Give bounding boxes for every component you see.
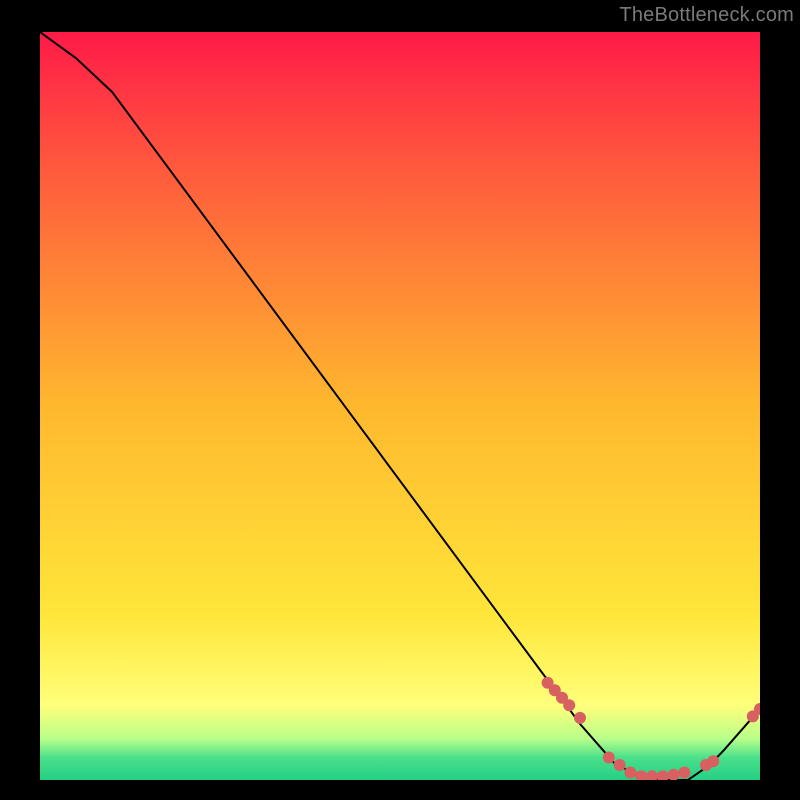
gradient-background bbox=[40, 32, 760, 780]
data-point bbox=[707, 755, 719, 767]
watermark-text: TheBottleneck.com bbox=[619, 4, 794, 27]
chart-container: TheBottleneck.com bbox=[0, 0, 800, 800]
data-point bbox=[678, 767, 690, 779]
bottleneck-curve-plot bbox=[40, 32, 760, 780]
data-point bbox=[603, 752, 615, 764]
plot-area bbox=[40, 32, 760, 780]
data-point bbox=[614, 759, 626, 771]
data-point bbox=[574, 712, 586, 724]
data-point bbox=[624, 767, 636, 779]
data-point bbox=[563, 699, 575, 711]
